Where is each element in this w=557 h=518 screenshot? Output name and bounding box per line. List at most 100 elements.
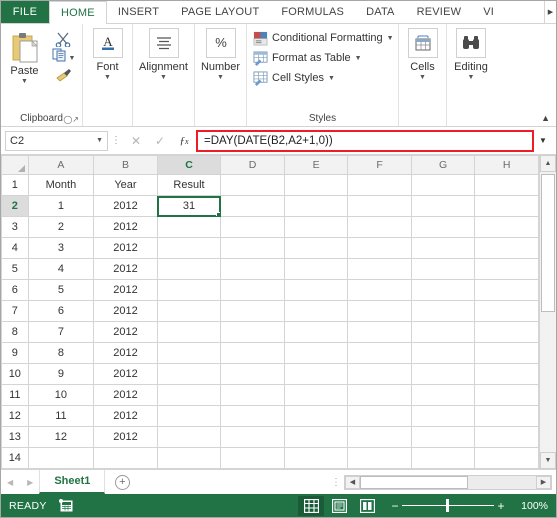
cell-styles-caret-icon[interactable]: ▼ xyxy=(328,75,335,82)
cell-e4[interactable] xyxy=(284,237,349,259)
row-header-9[interactable]: 9 xyxy=(1,342,29,364)
row-header-13[interactable]: 13 xyxy=(1,426,29,448)
tab-review[interactable]: REVIEW xyxy=(406,1,473,23)
cell-h13[interactable] xyxy=(474,426,539,448)
cells-button[interactable] xyxy=(407,28,438,58)
cell-f4[interactable] xyxy=(347,237,412,259)
cell-b6[interactable]: 2012 xyxy=(93,279,158,301)
sheet-next-icon[interactable]: ▶ xyxy=(27,478,33,487)
editing-button[interactable] xyxy=(456,28,486,58)
cell-h7[interactable] xyxy=(474,300,539,322)
cell-h12[interactable] xyxy=(474,405,539,427)
column-header-g[interactable]: G xyxy=(411,155,476,175)
tab-view[interactable]: VI xyxy=(472,1,505,23)
cell-c1[interactable]: Result xyxy=(157,174,222,196)
row-header-6[interactable]: 6 xyxy=(1,279,29,301)
name-box-chevron-down-icon[interactable]: ▼ xyxy=(96,137,103,144)
alignment-caret-icon[interactable]: ▼ xyxy=(160,74,167,81)
cell-d12[interactable] xyxy=(220,405,285,427)
cell-e10[interactable] xyxy=(284,363,349,385)
format-as-table-button[interactable]: Format as Table ▼ xyxy=(253,48,362,68)
cell-h3[interactable] xyxy=(474,216,539,238)
cell-f3[interactable] xyxy=(347,216,412,238)
ribbon-group-number[interactable]: % Number ▼ xyxy=(195,24,247,126)
cell-h5[interactable] xyxy=(474,258,539,280)
format-as-table-caret-icon[interactable]: ▼ xyxy=(355,55,362,62)
column-header-a[interactable]: A xyxy=(28,155,95,175)
cell-f1[interactable] xyxy=(347,174,412,196)
zoom-level-label[interactable]: 100% xyxy=(508,500,548,512)
row-header-12[interactable]: 12 xyxy=(1,405,29,427)
cell-e14[interactable] xyxy=(284,447,349,469)
cell-a14[interactable] xyxy=(28,447,95,469)
cell-c8[interactable] xyxy=(157,321,222,343)
cell-g13[interactable] xyxy=(411,426,476,448)
cell-b12[interactable]: 2012 xyxy=(93,405,158,427)
clipboard-dialog-launcher-icon[interactable]: ◯↗ xyxy=(63,115,79,124)
row-header-11[interactable]: 11 xyxy=(1,384,29,406)
cut-button[interactable] xyxy=(55,32,72,47)
cell-h10[interactable] xyxy=(474,363,539,385)
cell-c12[interactable] xyxy=(157,405,222,427)
row-header-3[interactable]: 3 xyxy=(1,216,29,238)
cell-d9[interactable] xyxy=(220,342,285,364)
cell-c4[interactable] xyxy=(157,237,222,259)
hscroll-right-arrow-icon[interactable]: ▶ xyxy=(536,475,551,489)
hscroll-left-arrow-icon[interactable]: ◀ xyxy=(345,475,360,489)
cell-g11[interactable] xyxy=(411,384,476,406)
zoom-control[interactable]: − + xyxy=(388,499,508,513)
number-caret-icon[interactable]: ▼ xyxy=(217,74,224,81)
cell-c6[interactable] xyxy=(157,279,222,301)
horizontal-scroll-thumb[interactable] xyxy=(360,475,468,489)
zoom-slider-handle[interactable] xyxy=(446,499,449,512)
ribbon-group-editing[interactable]: Editing ▼ xyxy=(447,24,495,126)
cell-a13[interactable]: 12 xyxy=(28,426,95,448)
column-header-e[interactable]: E xyxy=(284,155,349,175)
row-header-5[interactable]: 5 xyxy=(1,258,29,280)
tab-data[interactable]: DATA xyxy=(355,1,406,23)
cell-f10[interactable] xyxy=(347,363,412,385)
cell-g3[interactable] xyxy=(411,216,476,238)
cell-g8[interactable] xyxy=(411,321,476,343)
ribbon-collapse-icon[interactable]: ▲ xyxy=(541,113,550,123)
cell-g1[interactable] xyxy=(411,174,476,196)
font-caret-icon[interactable]: ▼ xyxy=(104,74,111,81)
cell-b3[interactable]: 2012 xyxy=(93,216,158,238)
cancel-x-icon[interactable]: ✕ xyxy=(124,134,148,148)
cell-c13[interactable] xyxy=(157,426,222,448)
zoom-in-button[interactable]: + xyxy=(494,499,508,513)
add-sheet-button[interactable]: + xyxy=(105,470,139,494)
cell-f7[interactable] xyxy=(347,300,412,322)
font-button[interactable]: A xyxy=(92,28,123,58)
cell-styles-button[interactable]: Cell Styles ▼ xyxy=(253,68,335,88)
cell-e7[interactable] xyxy=(284,300,349,322)
cell-a1[interactable]: Month xyxy=(28,174,95,196)
cell-d8[interactable] xyxy=(220,321,285,343)
cell-e11[interactable] xyxy=(284,384,349,406)
cell-b5[interactable]: 2012 xyxy=(93,258,158,280)
cell-c5[interactable] xyxy=(157,258,222,280)
cell-f8[interactable] xyxy=(347,321,412,343)
name-box[interactable]: C2 ▼ xyxy=(5,130,108,151)
cell-d13[interactable] xyxy=(220,426,285,448)
cell-d2[interactable] xyxy=(220,195,285,217)
cell-b13[interactable]: 2012 xyxy=(93,426,158,448)
vertical-scroll-track[interactable] xyxy=(540,172,556,452)
cell-a8[interactable]: 7 xyxy=(28,321,95,343)
paste-caret-icon[interactable]: ▼ xyxy=(21,78,28,85)
cell-a4[interactable]: 3 xyxy=(28,237,95,259)
row-header-1[interactable]: 1 xyxy=(1,174,29,196)
tab-file[interactable]: FILE xyxy=(1,1,49,23)
cell-d5[interactable] xyxy=(220,258,285,280)
normal-view-button[interactable] xyxy=(298,495,324,516)
cell-b1[interactable]: Year xyxy=(93,174,158,196)
cell-c11[interactable] xyxy=(157,384,222,406)
cell-e12[interactable] xyxy=(284,405,349,427)
cell-d7[interactable] xyxy=(220,300,285,322)
cell-b8[interactable]: 2012 xyxy=(93,321,158,343)
tab-home[interactable]: HOME xyxy=(49,1,107,24)
ribbon-tabs-overflow-icon[interactable]: ▶ xyxy=(544,1,556,23)
cell-d14[interactable] xyxy=(220,447,285,469)
cell-g4[interactable] xyxy=(411,237,476,259)
cell-g14[interactable] xyxy=(411,447,476,469)
